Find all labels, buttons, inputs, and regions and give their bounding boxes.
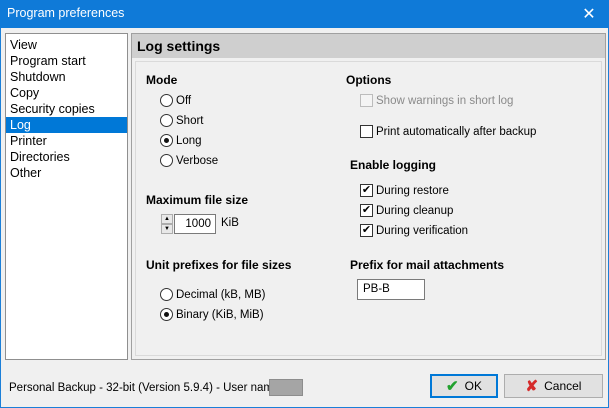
radio-label: Decimal (kB, MB) [176,288,266,301]
nav-item-other[interactable]: Other [6,165,127,181]
nav-item-program-start[interactable]: Program start [6,53,127,69]
checkbox-label: During cleanup [376,204,454,217]
nav-item-printer[interactable]: Printer [6,133,127,149]
nav-item-security-copies[interactable]: Security copies [6,101,127,117]
size-spinner[interactable]: ▲ ▼ [161,214,173,234]
nav-item-log[interactable]: Log [6,117,127,133]
prefix-binary-radio[interactable]: Binary (KiB, MiB) [160,308,264,321]
close-icon[interactable]: ✕ [569,0,609,28]
radio-circle [160,154,173,167]
panel-header: Log settings [132,34,605,58]
mail-prefix-input[interactable]: PB-B [357,279,425,300]
radio-circle [160,94,173,107]
mode-verbose-radio[interactable]: Verbose [160,154,218,167]
radio-label: Verbose [176,154,219,167]
nav-item-shutdown[interactable]: Shutdown [6,69,127,85]
mode-off-radio[interactable]: Off [160,94,191,107]
radio-circle [160,134,173,147]
enable-logging-heading: Enable logging [350,158,436,172]
cancel-label: Cancel [544,379,582,393]
print-after-backup-checkbox[interactable]: Print automatically after backup [360,125,536,138]
radio-label: Binary (KiB, MiB) [176,308,264,321]
checkbox-label: Print automatically after backup [376,125,537,138]
ok-button[interactable]: ✔ OK [430,374,498,398]
category-list[interactable]: View Program start Shutdown Copy Securit… [5,33,128,360]
cancel-x-icon: ✘ [525,378,539,395]
check-icon: ✔ [360,204,373,217]
checkbox-box [360,125,373,138]
settings-panel: Log settings Mode Off Short Long Verbose [131,33,606,360]
checkbox-label: During restore [376,184,449,197]
radio-circle [160,308,173,321]
nav-item-directories[interactable]: Directories [6,149,127,165]
window-title: Program preferences [7,6,125,20]
cancel-button[interactable]: ✘ Cancel [504,374,603,398]
checkbox-label: During verification [376,224,469,237]
spin-down-icon[interactable]: ▼ [161,224,173,234]
dialog-body: View Program start Shutdown Copy Securit… [0,28,609,408]
max-size-input[interactable]: 1000 [174,214,216,234]
unit-prefix-heading: Unit prefixes for file sizes [146,258,292,272]
radio-label: Long [176,134,202,147]
panel-content: Mode Off Short Long Verbose Maximum file… [135,61,602,356]
title-bar: Program preferences ✕ [0,0,609,28]
user-name-field [269,379,303,396]
spin-up-icon[interactable]: ▲ [161,214,173,224]
check-icon: ✔ [360,224,373,237]
radio-circle [160,114,173,127]
nav-item-copy[interactable]: Copy [6,85,127,101]
status-text: Personal Backup - 32-bit (Version 5.9.4)… [9,382,283,394]
ok-label: OK [464,379,482,393]
options-heading: Options [346,73,392,87]
checkmark-icon: ✔ [446,378,459,395]
check-icon: ✔ [360,184,373,197]
mode-short-radio[interactable]: Short [160,114,204,127]
panel-title: Log settings [137,38,221,54]
radio-label: Short [176,114,204,127]
radio-circle [160,288,173,301]
checkbox-box [360,94,373,107]
log-cleanup-checkbox[interactable]: ✔ During cleanup [360,204,453,217]
prefix-decimal-radio[interactable]: Decimal (kB, MB) [160,288,265,301]
mode-heading: Mode [146,73,178,87]
mode-long-radio[interactable]: Long [160,134,202,147]
radio-label: Off [176,94,192,107]
max-size-heading: Maximum file size [146,193,249,207]
log-verification-checkbox[interactable]: ✔ During verification [360,224,468,237]
log-restore-checkbox[interactable]: ✔ During restore [360,184,449,197]
max-size-unit: KiB [221,217,239,229]
show-warnings-checkbox[interactable]: Show warnings in short log [360,94,513,107]
mail-prefix-heading: Prefix for mail attachments [350,258,505,272]
nav-item-view[interactable]: View [6,37,127,53]
checkbox-label: Show warnings in short log [376,94,514,107]
